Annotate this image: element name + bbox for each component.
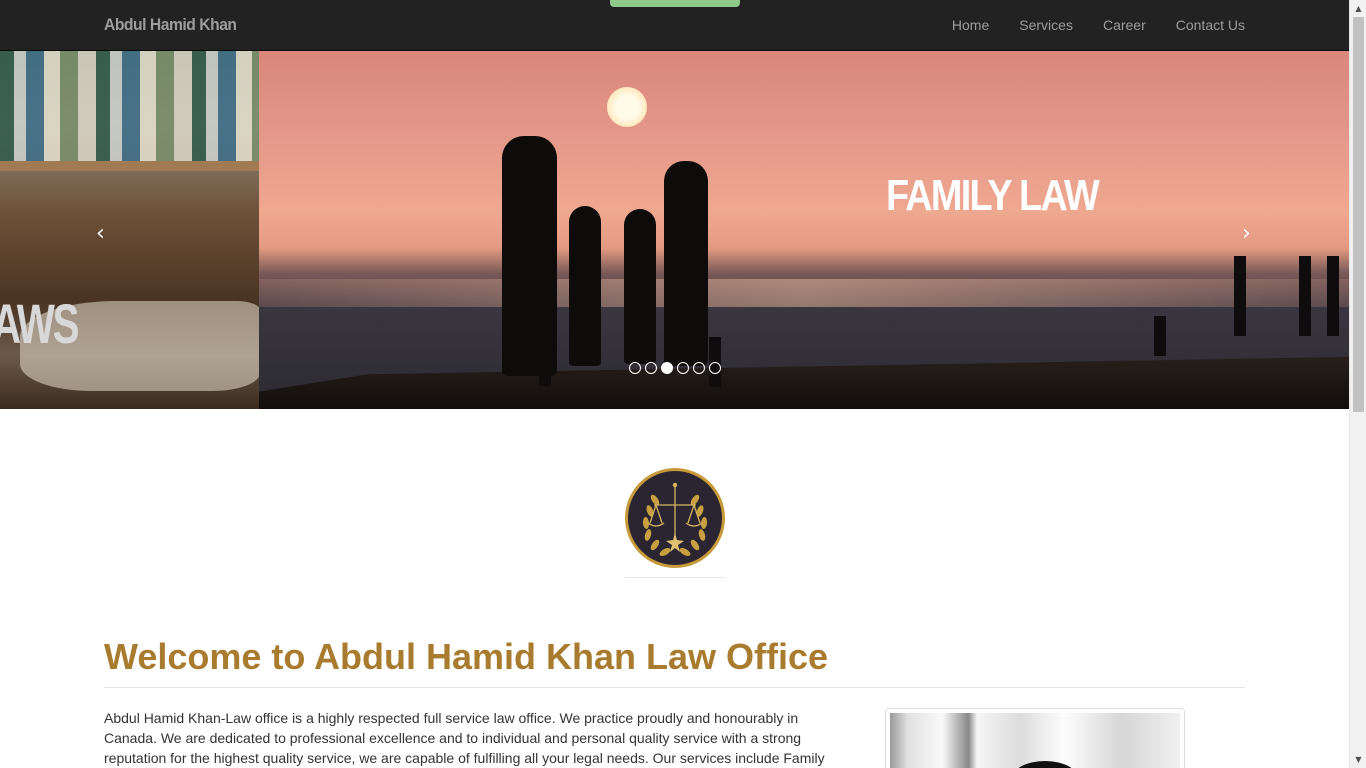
nav-career[interactable]: Career (1088, 0, 1161, 50)
pier-post (1234, 256, 1246, 336)
carousel-dot[interactable] (693, 362, 705, 374)
carousel-prev-icon[interactable]: ‹ (96, 221, 105, 246)
page-scrollbar[interactable]: ▲ ▼ (1349, 0, 1366, 768)
carousel-indicators (629, 362, 721, 374)
brand-logo-text[interactable]: Abdul Hamid Khan (104, 15, 237, 35)
family-silhouette (624, 209, 656, 364)
nav-contact-us[interactable]: Contact Us (1161, 0, 1245, 50)
main-nav: Home Services Career Contact Us (937, 0, 1245, 50)
logo-inner (628, 471, 722, 565)
pier-post (1154, 316, 1166, 356)
family-silhouette (502, 136, 557, 376)
top-green-tab[interactable] (610, 0, 740, 7)
carousel-dot[interactable] (629, 362, 641, 374)
nav-home[interactable]: Home (937, 0, 1004, 50)
carousel-dot[interactable] (677, 362, 689, 374)
carousel-next-icon[interactable]: › (1242, 221, 1251, 246)
scroll-down-icon[interactable]: ▼ (1350, 751, 1366, 768)
family-silhouette (569, 206, 601, 366)
intro-paragraph: Abdul Hamid Khan-Law office is a highly … (104, 710, 825, 766)
sea-glow (259, 279, 1349, 307)
slide-title: FAMILY LAW (886, 171, 1100, 220)
sun (607, 87, 647, 127)
profile-photo-card (885, 708, 1185, 768)
previous-slide-text: AWS (0, 292, 80, 355)
profile-head (1010, 761, 1080, 768)
carousel-dot[interactable] (645, 362, 657, 374)
page-title: Welcome to Abdul Hamid Khan Law Office (104, 636, 829, 677)
shelf (0, 161, 259, 171)
carousel-dot[interactable] (709, 362, 721, 374)
pier-post (1327, 256, 1339, 336)
pier (259, 356, 1349, 409)
bookshelf-image (0, 51, 259, 161)
navbar: Abdul Hamid Khan Home Services Career Co… (0, 0, 1349, 51)
scales-svg (642, 482, 708, 556)
title-divider (104, 687, 1245, 688)
carousel-dot-active[interactable] (661, 362, 673, 374)
hero-carousel: AWS FAMILY LAW ‹ › (0, 51, 1349, 409)
pier-post (1299, 256, 1311, 336)
scales-of-justice-icon (625, 468, 725, 568)
profile-photo (890, 713, 1180, 768)
family-silhouette (664, 161, 708, 366)
nav-services[interactable]: Services (1004, 0, 1088, 50)
previous-slide-image: AWS (0, 51, 260, 409)
scroll-up-icon[interactable]: ▲ (1350, 0, 1366, 17)
current-slide-image: FAMILY LAW (259, 51, 1349, 409)
logo-divider (625, 577, 725, 578)
scrollbar-thumb[interactable] (1353, 17, 1364, 412)
